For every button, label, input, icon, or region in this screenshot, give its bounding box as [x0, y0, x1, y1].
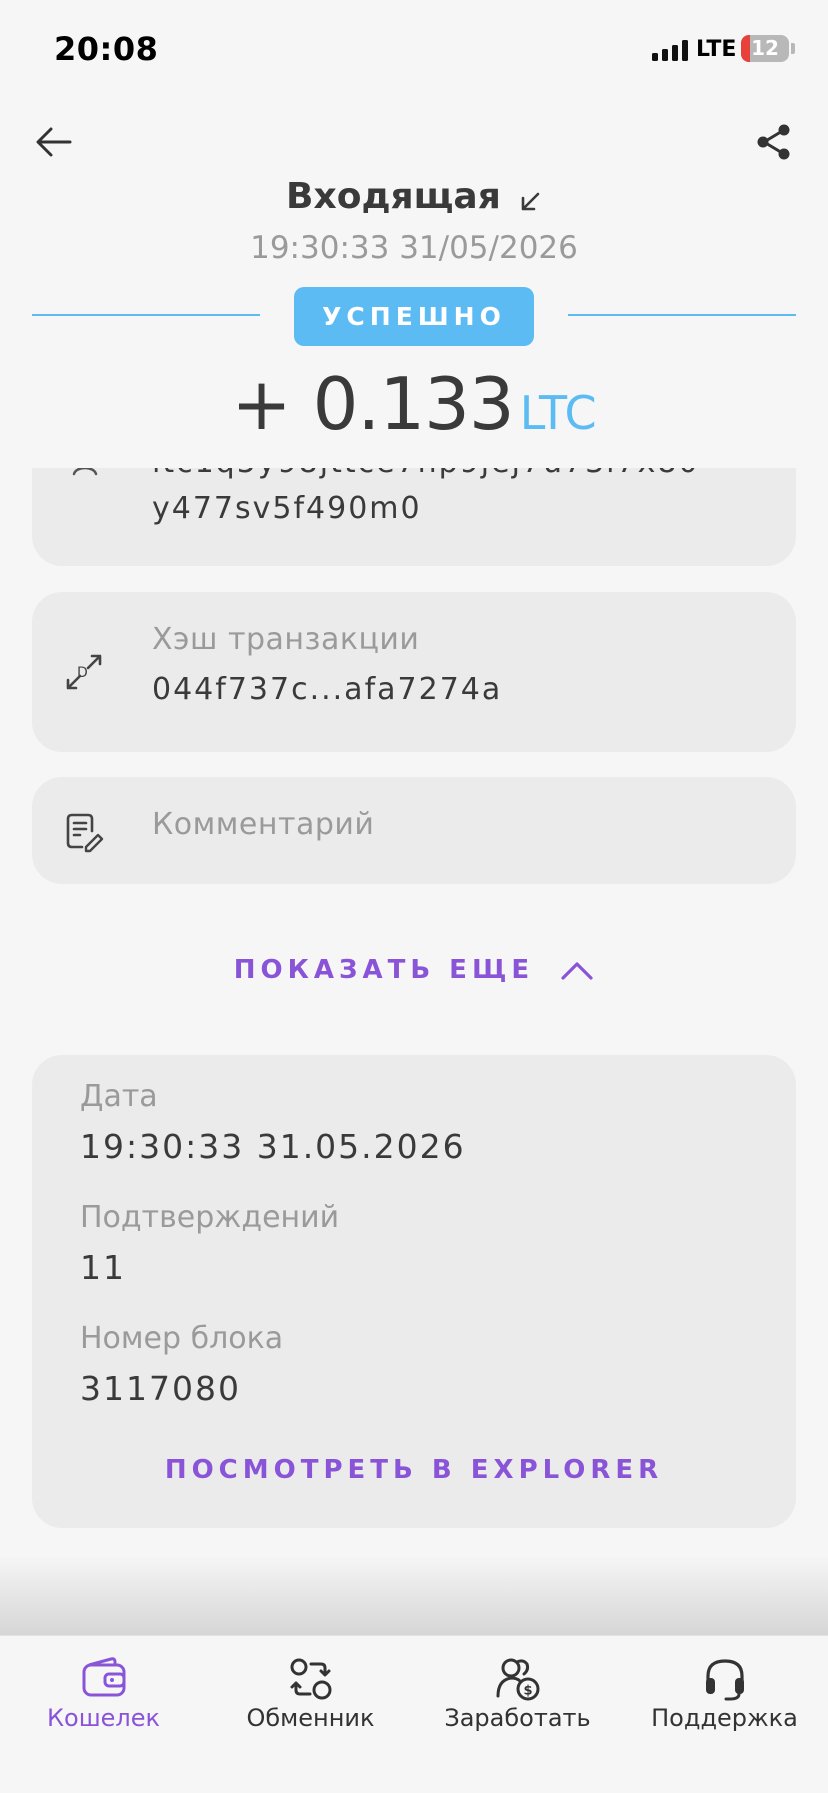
amount-value: + 0.133 [231, 362, 514, 446]
confirmations-value: 11 [80, 1248, 126, 1287]
share-icon [755, 123, 793, 165]
view-in-explorer-link[interactable]: ПОСМОТРЕТЬ В EXPLORER [32, 1455, 796, 1485]
headset-icon [702, 1656, 748, 1702]
tab-wallet[interactable]: Кошелек [0, 1636, 207, 1793]
show-more-button[interactable]: ПОКАЗАТЬ ЕЩЕ [0, 955, 828, 985]
status-time: 20:08 [54, 30, 159, 68]
details-card: Дата 19:30:33 31.05.2026 Подтверждений 1… [32, 1055, 796, 1528]
transaction-amount: + 0.133 LTC [0, 362, 828, 446]
scroll-fade [0, 1555, 828, 1635]
battery-icon: 12 [741, 35, 789, 62]
block-value: 3117080 [80, 1369, 241, 1408]
hash-value: 044f737c...afa7274a [152, 672, 503, 707]
amount-currency: LTC [519, 386, 597, 440]
svg-text:$: $ [524, 1684, 533, 1699]
tab-support[interactable]: Поддержка [621, 1636, 828, 1793]
hash-arrows-icon: D [62, 650, 106, 694]
status-bar: 20:08 LTE 12 [0, 0, 828, 100]
earn-icon: $ [495, 1656, 541, 1702]
bottom-tab-bar: Кошелек Обменник $ Заработать Поддержка [0, 1635, 828, 1793]
back-button[interactable] [30, 120, 78, 168]
page-title: Входящая [286, 176, 501, 217]
tab-exchange[interactable]: Обменник [207, 1636, 414, 1793]
chevron-up-icon [548, 955, 594, 985]
hash-card[interactable]: D Хэш транзакции 044f737c...afa7274a [32, 592, 796, 752]
status-badge: УСПЕШНО [294, 287, 534, 346]
comment-input[interactable]: Комментарий [152, 807, 374, 842]
comment-card[interactable]: Комментарий [32, 777, 796, 884]
note-edit-icon [62, 809, 106, 853]
date-value: 19:30:33 31.05.2026 [80, 1127, 466, 1166]
network-type: LTE [696, 37, 737, 62]
date-label: Дата [80, 1079, 158, 1114]
tab-earn[interactable]: $ Заработать [414, 1636, 621, 1793]
signal-icon [652, 39, 692, 61]
transaction-datetime: 19:30:33 31/05/2026 [250, 230, 578, 266]
battery-level: 12 [751, 36, 779, 60]
divider-line [32, 314, 260, 316]
wallet-icon [81, 1656, 127, 1702]
arrow-left-icon [34, 122, 74, 166]
confirmations-label: Подтверждений [80, 1200, 340, 1235]
arrow-down-left-icon [518, 190, 542, 218]
svg-text:D: D [77, 665, 88, 681]
block-label: Номер блока [80, 1321, 284, 1356]
transaction-header: Входящая 19:30:33 31/05/2026 УСПЕШНО + 0… [0, 100, 828, 468]
exchange-icon [288, 1656, 334, 1702]
divider-line [568, 314, 796, 316]
share-button[interactable] [750, 120, 798, 168]
hash-label: Хэш транзакции [152, 622, 420, 657]
